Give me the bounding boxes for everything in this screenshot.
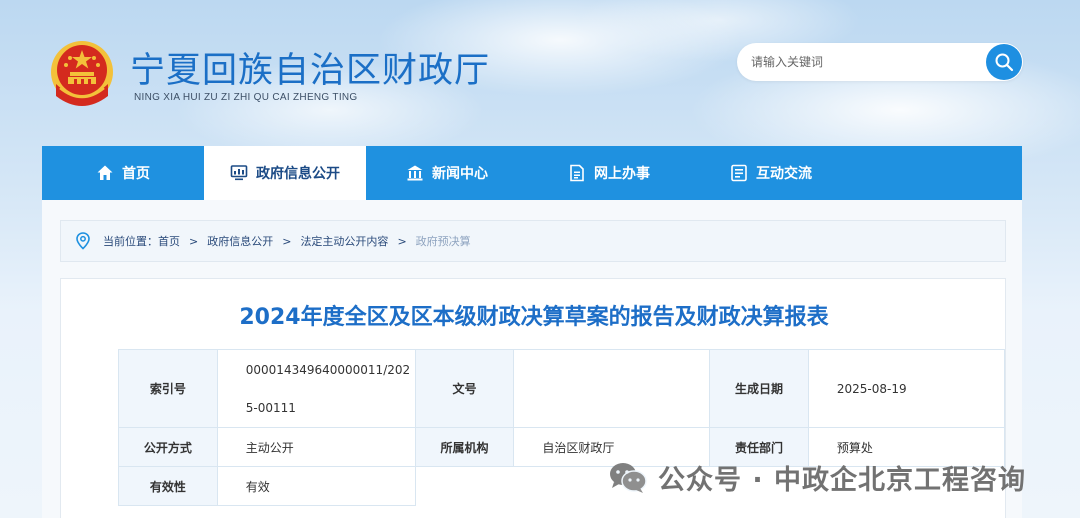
table-key: 公开方式 [118, 427, 218, 467]
breadcrumb: 当前位置： 首页 > 政府信息公开 > 法定主动公开内容 > 政府预决算 [60, 220, 1006, 262]
publish-method-value: 主动公开 [216, 427, 416, 467]
nav-label: 新闻中心 [432, 166, 488, 182]
breadcrumb-item-government-info[interactable]: 政府信息公开 [207, 233, 273, 249]
site-title[interactable]: 宁夏回族自治区财政厅 [130, 42, 490, 93]
table-row: 索引号 000014349640000011/2025-00111 文号 生成日… [118, 349, 1006, 428]
watermark-text: 公众号 · 中政企北京工程咨询 [658, 465, 1027, 496]
table-key: 所属机构 [414, 427, 515, 467]
breadcrumb-prefix: 当前位置： [103, 235, 158, 248]
document-icon [570, 164, 584, 182]
bank-icon [407, 165, 423, 181]
nav-label: 互动交流 [756, 166, 812, 182]
table-key: 索引号 [118, 349, 218, 428]
location-pin-icon [76, 232, 90, 250]
breadcrumb-item-budget[interactable]: 政府预决算 [416, 233, 471, 249]
list-icon [731, 164, 747, 182]
table-key: 文号 [414, 349, 515, 428]
nav-item-interaction[interactable]: 互动交流 [690, 146, 852, 200]
home-icon [97, 165, 113, 180]
article-title: 2024年度全区及区本级财政决算草案的报告及财政决算报表 [239, 305, 829, 330]
wechat-icon [610, 462, 647, 493]
breadcrumb-separator: > [397, 234, 407, 248]
search-input[interactable] [751, 52, 971, 72]
nav-item-online-services[interactable]: 网上办事 [528, 146, 690, 200]
nav-label: 网上办事 [594, 166, 650, 182]
watermark: 公众号 · 中政企北京工程咨询 [608, 458, 1026, 497]
table-key: 生成日期 [709, 349, 809, 428]
nav-item-home[interactable]: 首页 [42, 146, 204, 200]
document-number-value [513, 349, 711, 428]
breadcrumb-item-statutory-disclosure[interactable]: 法定主动公开内容 [300, 233, 388, 249]
search-button[interactable] [986, 44, 1022, 80]
nav-item-government-info[interactable]: 政府信息公开 [204, 146, 366, 200]
breadcrumb-item-home[interactable]: 首页 [158, 233, 180, 249]
search-icon [995, 53, 1014, 72]
breadcrumb-separator: > [282, 234, 292, 248]
index-number-value: 000014349640000011/2025-00111 [216, 349, 416, 428]
date-value: 2025-08-19 [807, 349, 1006, 428]
nav-item-news[interactable]: 新闻中心 [366, 146, 528, 200]
search-box [737, 43, 1023, 81]
validity-value: 有效 [216, 466, 416, 506]
national-emblem-icon [51, 41, 113, 106]
nav-label: 政府信息公开 [256, 166, 340, 182]
breadcrumb-separator: > [189, 234, 199, 248]
monitor-icon [230, 165, 248, 181]
site-pinyin: NING XIA HUI ZU ZI ZHI QU CAI ZHENG TING [134, 92, 358, 103]
table-key: 有效性 [118, 466, 218, 506]
nav-label: 首页 [122, 166, 150, 182]
main-nav: 首页 政府信息公开 新闻中心 网上办事 互动交流 [42, 146, 1022, 200]
